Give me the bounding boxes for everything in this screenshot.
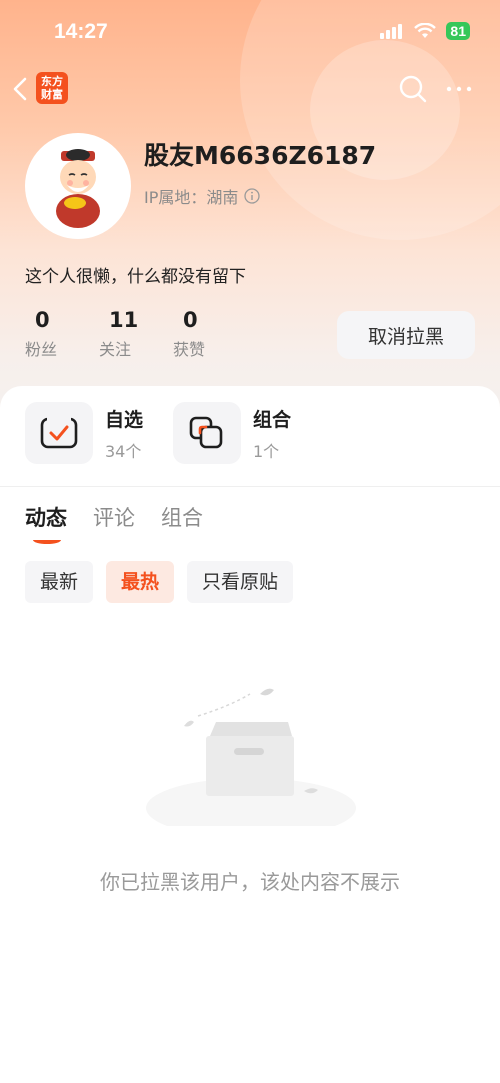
more-dots-icon	[446, 86, 472, 92]
empty-box-icon	[146, 688, 356, 838]
watchlist-title: 自选	[105, 408, 144, 431]
filter-chips: 最新 最热 只看原贴	[25, 561, 294, 603]
chevron-left-icon	[13, 77, 27, 101]
stat-value: 0	[183, 308, 198, 332]
stat-following[interactable]: 11 关注	[99, 308, 173, 360]
status-time: 14:27	[54, 20, 108, 43]
stat-label: 粉丝	[25, 340, 58, 359]
empty-state-message: 你已拉黑该用户，该处内容不展示	[100, 870, 400, 894]
search-icon	[399, 75, 427, 103]
unblock-button[interactable]: 取消拉黑	[337, 311, 475, 359]
signal-icon	[380, 24, 403, 39]
info-icon[interactable]	[244, 188, 261, 204]
portfolio-count: 1个	[253, 441, 280, 461]
filter-latest[interactable]: 最新	[25, 561, 94, 603]
app-logo: 东方 财富	[36, 72, 68, 104]
search-button[interactable]	[398, 74, 428, 104]
tab-active-indicator	[33, 536, 61, 544]
ip-location-row: IP属地：湖南	[144, 184, 261, 208]
username: 股友M6636Z6187	[144, 141, 377, 170]
watchlist-card[interactable]: 自选 34个	[25, 402, 143, 464]
profile-stats: 0 粉丝 11 关注 0 获赞	[25, 308, 247, 360]
battery-indicator: 81	[446, 22, 470, 40]
portfolio-title: 组合	[253, 408, 292, 431]
content-sheet: 自选 34个 组合 1个 动态 评论 组合 最新 最热 只看原贴 你已拉黑该用户…	[0, 386, 500, 1083]
stat-likes[interactable]: 0 获赞	[173, 308, 247, 360]
divider	[0, 486, 500, 487]
more-button[interactable]	[444, 74, 474, 104]
empty-box-illustration	[140, 686, 362, 838]
tab-comments[interactable]: 评论	[93, 502, 135, 532]
watchlist-count: 34个	[105, 441, 142, 461]
watchlist-check-icon	[40, 416, 78, 449]
avatar[interactable]	[25, 133, 131, 239]
top-nav: 东方 财富	[0, 66, 500, 112]
stat-followers[interactable]: 0 粉丝	[25, 308, 99, 360]
fortune-god-avatar-icon	[56, 149, 100, 228]
tab-posts[interactable]: 动态	[25, 502, 67, 544]
content-tabs: 动态 评论 组合	[25, 502, 203, 544]
stat-value: 11	[109, 308, 139, 332]
stat-label: 关注	[99, 340, 132, 359]
back-button[interactable]	[10, 76, 32, 102]
wifi-icon	[414, 23, 437, 38]
status-bar: 14:27 81	[0, 0, 500, 66]
stat-value: 0	[35, 308, 50, 332]
filter-hottest[interactable]: 最热	[106, 561, 175, 603]
portfolio-card[interactable]: 组合 1个	[173, 402, 291, 464]
tab-portfolios[interactable]: 组合	[161, 502, 203, 532]
ip-location: IP属地：湖南	[144, 188, 239, 207]
user-bio: 这个人很懒，什么都没有留下	[25, 267, 246, 287]
filter-original-only[interactable]: 只看原贴	[187, 561, 294, 603]
portfolio-icon	[189, 416, 223, 449]
stat-label: 获赞	[173, 340, 206, 359]
